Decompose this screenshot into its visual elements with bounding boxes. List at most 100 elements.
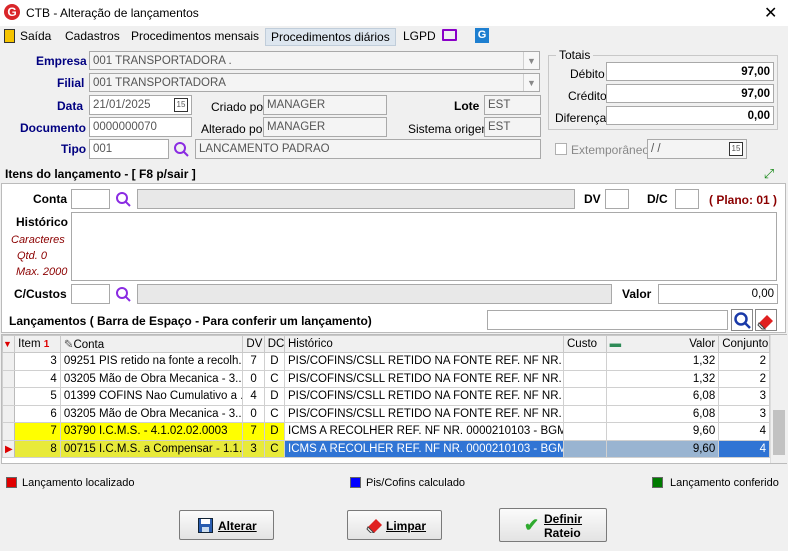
- ccustos-input[interactable]: [71, 284, 110, 304]
- menu-lgpd[interactable]: LGPD: [398, 28, 441, 46]
- search-button[interactable]: [731, 309, 753, 331]
- col-dc[interactable]: DC: [263, 335, 286, 353]
- cell-dc[interactable]: D: [263, 387, 286, 406]
- search-icon[interactable]: [172, 140, 190, 158]
- scrollbar-thumb[interactable]: [773, 410, 785, 455]
- table-row[interactable]: ▶ 8 00715 I.C.M.S. a Compensar - 1.1.... 3 C…: [1, 439, 770, 458]
- table-row[interactable]: 7 03790 I.C.M.S. - 4.1.02.02.0003 7 D ICMS A…: [1, 422, 770, 441]
- cell-valor[interactable]: 9,60: [605, 422, 720, 441]
- grid-scrollbar[interactable]: [770, 335, 787, 463]
- col-item[interactable]: Item 1: [14, 335, 61, 353]
- extemporaneo-checkbox[interactable]: [555, 143, 567, 155]
- cell-conjunto[interactable]: 2: [718, 369, 770, 388]
- cell-historico[interactable]: PIS/COFINS/CSLL RETIDO NA FONTE REF. NF …: [284, 404, 564, 423]
- col-conta[interactable]: ✎Conta: [59, 335, 244, 353]
- expand-icon[interactable]: ⤢: [761, 166, 777, 182]
- cell-custo[interactable]: [563, 387, 607, 406]
- cell-conta[interactable]: 01399 COFINS Nao Cumulativo a ...: [59, 387, 244, 406]
- dc-input[interactable]: [675, 189, 699, 209]
- cell-conjunto[interactable]: 2: [718, 352, 770, 371]
- alterar-button[interactable]: Alterar: [179, 510, 274, 540]
- menu-cadastros[interactable]: Cadastros: [60, 28, 125, 46]
- definir-rateio-button[interactable]: ✔ Definir Rateio: [499, 508, 607, 542]
- cell-custo[interactable]: [563, 352, 607, 371]
- cell-dv[interactable]: 0: [242, 404, 265, 423]
- cell-valor[interactable]: 6,08: [605, 387, 720, 406]
- g-app-icon[interactable]: G: [475, 28, 489, 43]
- table-row[interactable]: 3 09251 PIS retido na fonte a recolh... 7 D…: [1, 352, 770, 371]
- cell-conjunto[interactable]: 4: [718, 422, 770, 441]
- cell-conta[interactable]: 09251 PIS retido na fonte a recolh...: [59, 352, 244, 371]
- chevron-down-icon[interactable]: ▼: [523, 74, 539, 91]
- eraser-button[interactable]: [755, 309, 777, 331]
- cell-conjunto[interactable]: 3: [718, 387, 770, 406]
- documento-field[interactable]: 0000000070: [89, 117, 192, 137]
- historico-textarea[interactable]: [71, 212, 777, 281]
- cell-valor[interactable]: 9,60: [605, 439, 720, 458]
- tipo-field[interactable]: 001: [89, 139, 169, 159]
- cell-item[interactable]: 7: [14, 422, 61, 441]
- cell-custo[interactable]: [563, 404, 607, 423]
- cell-dc[interactable]: C: [263, 404, 286, 423]
- menu-procedimentos-mensais[interactable]: Procedimentos mensais: [126, 28, 264, 46]
- cell-item[interactable]: 3: [14, 352, 61, 371]
- data-field[interactable]: 21/01/2025 15: [89, 95, 192, 115]
- col-historico[interactable]: Histórico: [284, 335, 564, 353]
- menu-saida[interactable]: Saída: [15, 28, 56, 46]
- cell-dv[interactable]: 4: [242, 387, 265, 406]
- exit-door-icon[interactable]: [4, 29, 15, 43]
- col-valor[interactable]: ▬ Valor: [605, 335, 720, 353]
- cell-conjunto[interactable]: 4: [718, 439, 770, 458]
- cell-custo[interactable]: [563, 369, 607, 388]
- cell-dc[interactable]: C: [263, 439, 286, 458]
- cell-item[interactable]: 6: [14, 404, 61, 423]
- cell-item[interactable]: 8: [14, 439, 61, 458]
- cell-valor[interactable]: 1,32: [605, 369, 720, 388]
- cell-dv[interactable]: 0: [242, 369, 265, 388]
- cell-dc[interactable]: D: [263, 352, 286, 371]
- menu-procedimentos-diarios[interactable]: Procedimentos diários: [265, 28, 396, 46]
- valor-input[interactable]: 0,00: [658, 284, 778, 304]
- cell-historico[interactable]: PIS/COFINS/CSLL RETIDO NA FONTE REF. NF …: [284, 387, 564, 406]
- cell-conta[interactable]: 03790 I.C.M.S. - 4.1.02.02.0003: [59, 422, 244, 441]
- filial-combo[interactable]: 001 TRANSPORTADORA ▼: [89, 73, 540, 92]
- lancamentos-search-input[interactable]: [487, 310, 728, 330]
- cell-custo[interactable]: [563, 422, 607, 441]
- col-custo[interactable]: Custo: [563, 335, 607, 353]
- cell-historico[interactable]: ICMS A RECOLHER REF. NF NR. 0000210103 -…: [284, 439, 564, 458]
- cell-dv[interactable]: 7: [242, 422, 265, 441]
- monitor-icon[interactable]: [442, 29, 457, 41]
- cell-dv[interactable]: 3: [242, 439, 265, 458]
- cell-dc[interactable]: C: [263, 369, 286, 388]
- empresa-combo[interactable]: 001 TRANSPORTADORA . ▼: [89, 51, 540, 70]
- table-row[interactable]: 6 03205 Mão de Obra Mecanica - 3.... 0 C PIS…: [1, 404, 770, 423]
- conta-input[interactable]: [71, 189, 110, 209]
- cell-conta[interactable]: 00715 I.C.M.S. a Compensar - 1.1....: [59, 439, 244, 458]
- cell-historico[interactable]: ICMS A RECOLHER REF. NF NR. 0000210103 -…: [284, 422, 564, 441]
- calendar-icon[interactable]: 15: [174, 98, 188, 112]
- cell-item[interactable]: 5: [14, 387, 61, 406]
- cell-custo[interactable]: [563, 439, 607, 458]
- cell-conta[interactable]: 03205 Mão de Obra Mecanica - 3....: [59, 369, 244, 388]
- extemporaneo-date[interactable]: / / 15: [647, 139, 747, 159]
- cell-dc[interactable]: D: [263, 422, 286, 441]
- col-conjunto[interactable]: Conjunto: [718, 335, 770, 353]
- cell-item[interactable]: 4: [14, 369, 61, 388]
- col-dv[interactable]: DV: [242, 335, 265, 353]
- cell-conjunto[interactable]: 3: [718, 404, 770, 423]
- search-icon[interactable]: [114, 190, 132, 208]
- cell-valor[interactable]: 6,08: [605, 404, 720, 423]
- dv-input[interactable]: [605, 189, 629, 209]
- chevron-down-icon[interactable]: ▼: [523, 52, 539, 69]
- limpar-button[interactable]: Limpar: [347, 510, 442, 540]
- table-row[interactable]: 4 03205 Mão de Obra Mecanica - 3.... 0 C PIS…: [1, 369, 770, 388]
- close-icon[interactable]: ✕: [764, 3, 777, 23]
- cell-valor[interactable]: 1,32: [605, 352, 720, 371]
- search-icon[interactable]: [114, 285, 132, 303]
- table-row[interactable]: 5 01399 COFINS Nao Cumulativo a ... 4 D PIS/…: [1, 387, 770, 406]
- cell-historico[interactable]: PIS/COFINS/CSLL RETIDO NA FONTE REF. NF …: [284, 369, 564, 388]
- calendar-icon[interactable]: 15: [729, 142, 743, 156]
- cell-conta[interactable]: 03205 Mão de Obra Mecanica - 3....: [59, 404, 244, 423]
- cell-historico[interactable]: PIS/COFINS/CSLL RETIDO NA FONTE REF. NF …: [284, 352, 564, 371]
- cell-dv[interactable]: 7: [242, 352, 265, 371]
